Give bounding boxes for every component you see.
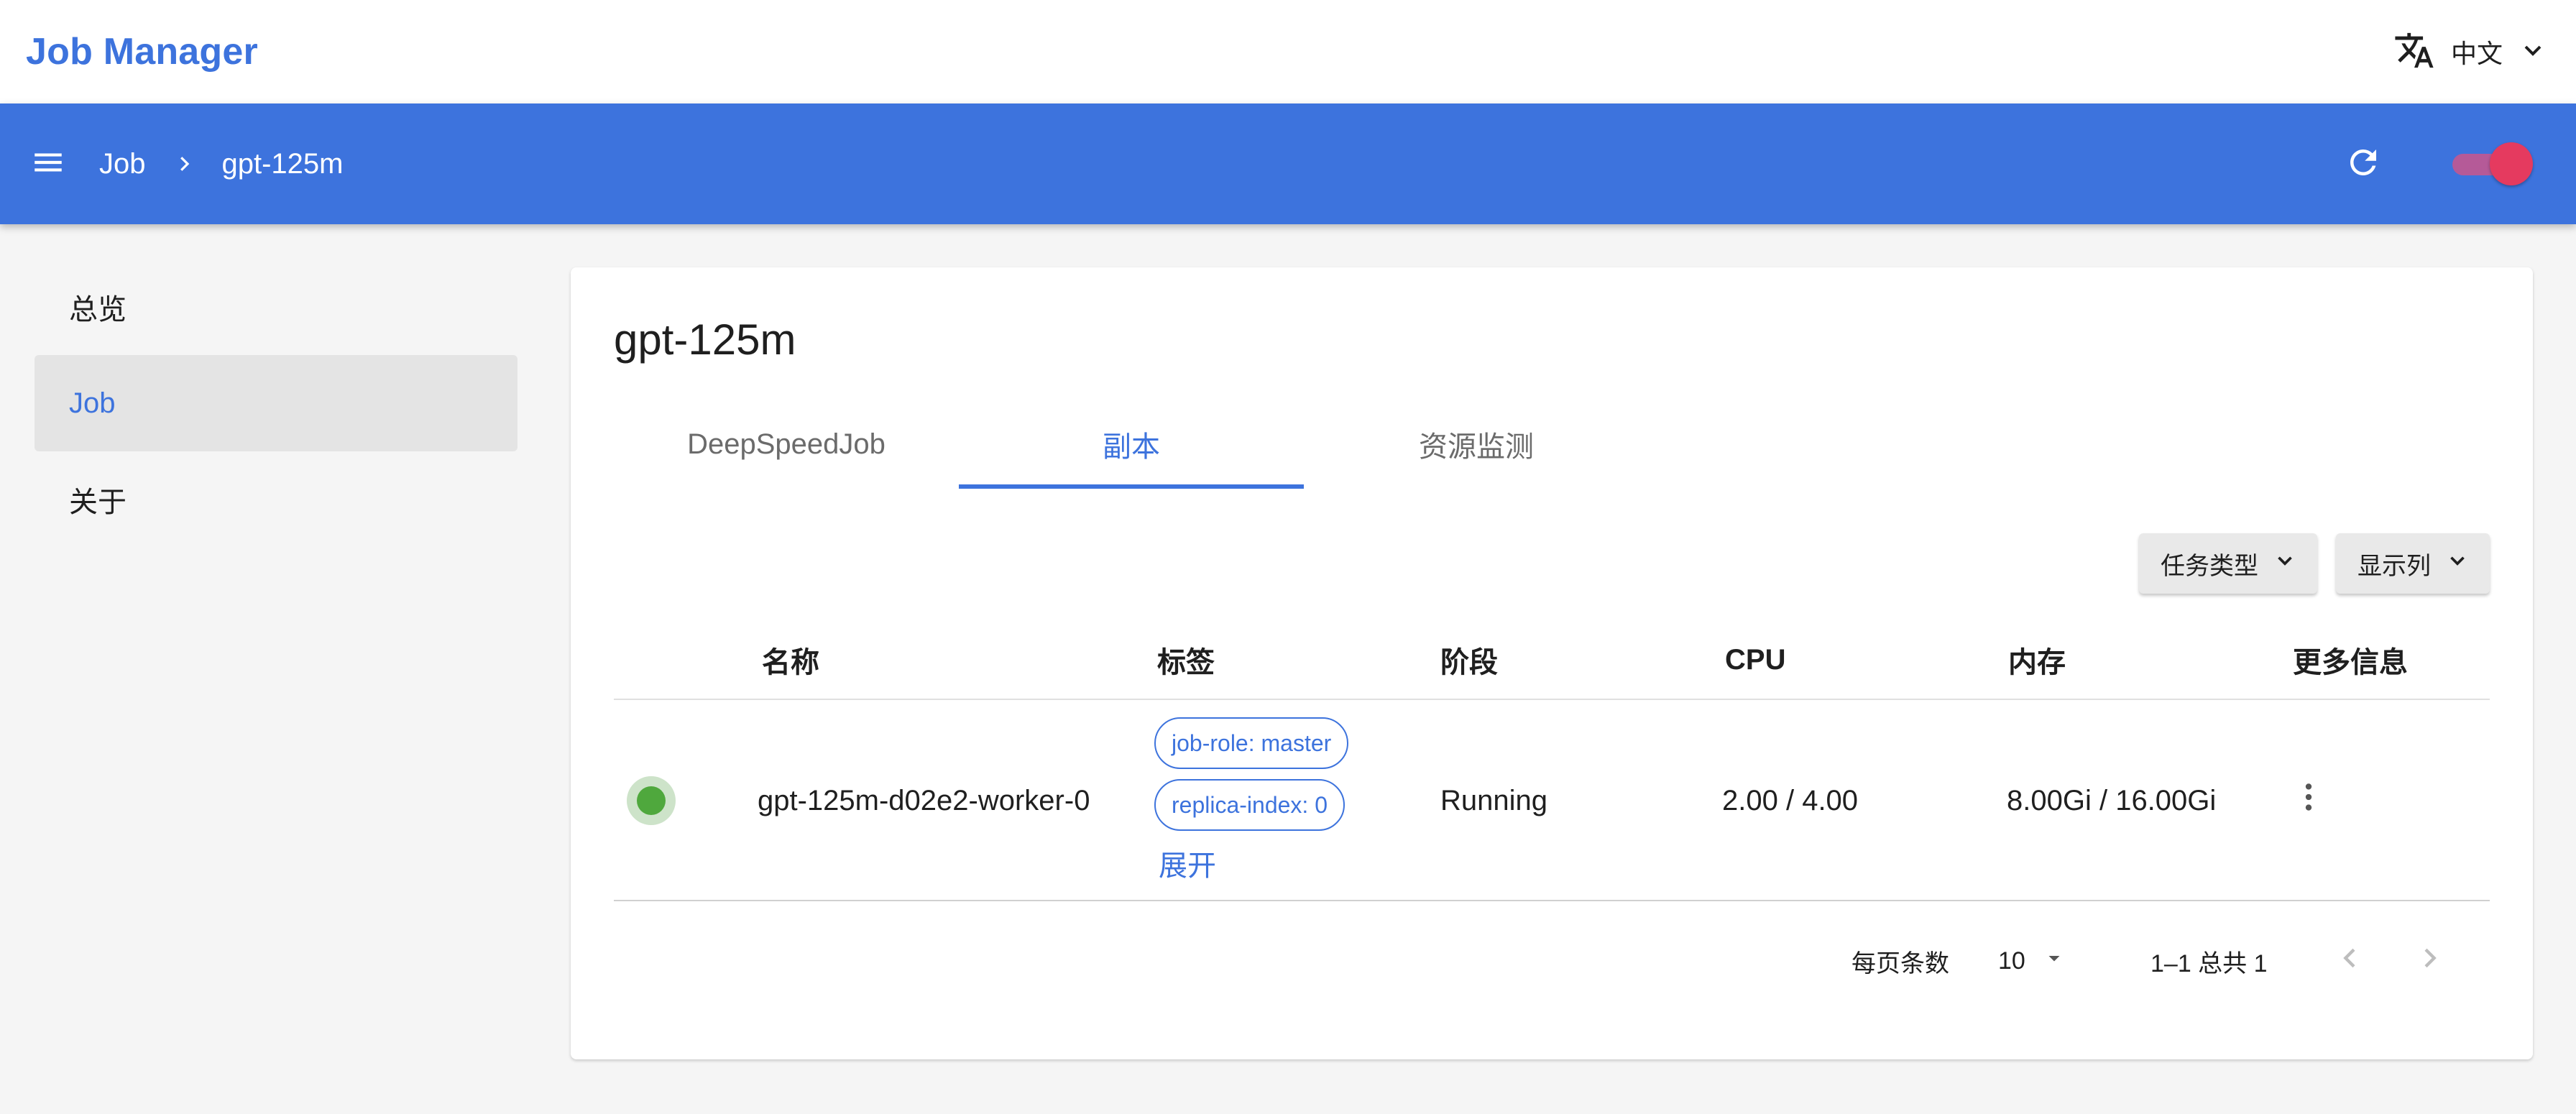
menu-button[interactable] [29, 144, 68, 183]
tab-deepspeedjob[interactable]: DeepSpeedJob [614, 404, 959, 484]
table-row[interactable]: gpt-125m-d02e2-worker-0 job-role: master… [614, 700, 2490, 901]
breadcrumb: Job gpt-125m [99, 148, 343, 180]
chevron-down-icon [2445, 548, 2470, 579]
columns-label: 显示列 [2358, 552, 2431, 580]
toggle-thumb [2490, 142, 2533, 185]
chevron-left-icon [2336, 944, 2365, 979]
language-label: 中文 [2450, 39, 2503, 68]
more-actions-button[interactable] [2287, 779, 2330, 822]
breadcrumb-current: gpt-125m [221, 147, 344, 180]
sidebar-item-job[interactable]: Job [34, 355, 518, 451]
tab-bar: DeepSpeedJob 副本 资源监测 [614, 404, 1649, 489]
language-selector[interactable]: 中文 [2393, 29, 2547, 75]
replica-phase: Running [1440, 784, 1548, 816]
pagination: 每页条数 10 1–1 总共 1 [614, 914, 2490, 1008]
chevron-down-icon [2518, 36, 2547, 68]
replica-memory: 8.00Gi / 16.00Gi [2007, 784, 2217, 816]
table-filters: 任务类型 显示列 [2139, 533, 2490, 594]
next-page-button[interactable] [2415, 914, 2444, 1008]
arrow-drop-down-icon [2041, 945, 2067, 977]
replica-cpu: 2.00 / 4.00 [1722, 784, 1859, 816]
top-bar: Job Manager 中文 [0, 0, 2576, 103]
column-header-more-info[interactable]: 更多信息 [2293, 620, 2408, 700]
theme-toggle[interactable] [2447, 142, 2533, 185]
sidebar: 总览 Job 关于 [34, 259, 518, 548]
translate-icon [2393, 29, 2435, 75]
breadcrumb-job[interactable]: Job [99, 148, 146, 180]
rows-per-page-select[interactable]: 10 [1998, 914, 2067, 1008]
task-type-label: 任务类型 [2161, 552, 2258, 580]
column-header-phase[interactable]: 阶段 [1440, 620, 1498, 700]
page-title: gpt-125m [614, 316, 796, 364]
tag-chip: replica-index: 0 [1154, 779, 1345, 831]
column-header-memory[interactable]: 内存 [2008, 620, 2066, 700]
refresh-button[interactable] [2342, 142, 2385, 185]
replica-table: 名称 标签 阶段 CPU 内存 更多信息 gpt-125m-d02e2-work… [614, 620, 2490, 901]
tag-chip: job-role: master [1154, 717, 1349, 769]
column-header-tags[interactable]: 标签 [1157, 620, 1215, 700]
tab-resource-monitor[interactable]: 资源监测 [1304, 404, 1649, 484]
columns-dropdown[interactable]: 显示列 [2336, 533, 2490, 594]
more-info-cell [2287, 700, 2330, 901]
chevron-down-icon [2273, 548, 2297, 579]
rows-per-page-value: 10 [1998, 947, 2025, 975]
refresh-icon [2344, 143, 2383, 185]
status-running-icon [627, 776, 676, 825]
chevron-right-icon [2415, 944, 2444, 979]
chevron-right-icon [173, 153, 195, 175]
column-header-name[interactable]: 名称 [762, 620, 819, 700]
sidebar-item-about[interactable]: 关于 [34, 451, 518, 548]
more-vert-icon [2291, 779, 2327, 822]
column-header-cpu[interactable]: CPU [1725, 620, 1785, 700]
app-title[interactable]: Job Manager [26, 30, 258, 73]
tab-replicas[interactable]: 副本 [959, 404, 1304, 489]
pagination-range: 1–1 总共 1 [2150, 949, 2268, 977]
status-indicator [627, 700, 676, 901]
app-bar: Job gpt-125m [0, 103, 2576, 224]
menu-icon [30, 144, 66, 184]
prev-page-button[interactable] [2336, 914, 2365, 1008]
job-detail-card: gpt-125m DeepSpeedJob 副本 资源监测 任务类型 显示列 名… [571, 267, 2533, 1059]
sidebar-item-overview[interactable]: 总览 [34, 259, 518, 355]
replica-name: gpt-125m-d02e2-worker-0 [758, 784, 1090, 816]
expand-tags-link[interactable]: 展开 [1159, 842, 1216, 884]
replica-tags: job-role: master replica-index: 0 展开 [1154, 700, 1349, 901]
table-header: 名称 标签 阶段 CPU 内存 更多信息 [614, 620, 2490, 700]
rows-per-page-label: 每页条数 [1852, 949, 1949, 977]
task-type-dropdown[interactable]: 任务类型 [2139, 533, 2317, 594]
